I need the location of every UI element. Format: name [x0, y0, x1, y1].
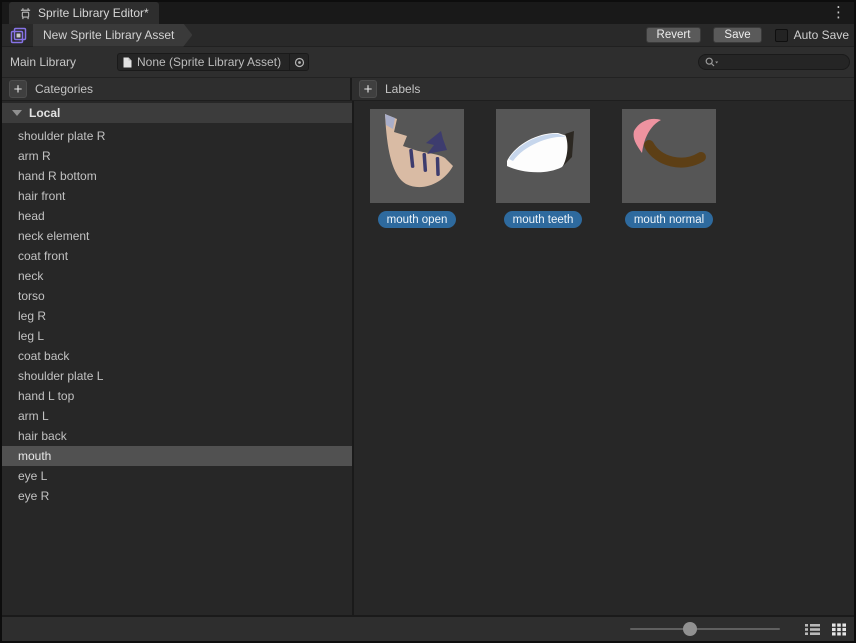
- panel-headers: + Categories + Labels: [2, 78, 854, 101]
- category-item[interactable]: leg R: [2, 306, 352, 326]
- mouth-teeth-sprite: [496, 109, 590, 203]
- bottom-bar: [2, 615, 854, 641]
- toolbar: New Sprite Library Asset Revert Save Aut…: [2, 24, 854, 47]
- main-library-row: Main Library None (Sprite Library Asset): [2, 47, 854, 78]
- labels-panel: mouth open mouth teeth: [354, 101, 854, 615]
- mouth-normal-sprite: [622, 109, 716, 203]
- main-library-label: Main Library: [10, 55, 76, 69]
- foldout-arrow-icon: [12, 110, 22, 116]
- search-input[interactable]: [719, 55, 843, 69]
- add-label-button[interactable]: +: [359, 80, 377, 98]
- revert-button[interactable]: Revert: [646, 27, 702, 43]
- search-icon: [705, 57, 719, 68]
- sprite-thumbnail-mouth-normal[interactable]: [622, 109, 716, 203]
- sprite-thumbnail-mouth-open[interactable]: [370, 109, 464, 203]
- add-category-button[interactable]: +: [9, 80, 27, 98]
- category-item[interactable]: neck element: [2, 226, 352, 246]
- thumbnail-size-slider[interactable]: [630, 622, 780, 636]
- object-field-value: None (Sprite Library Asset): [137, 55, 289, 69]
- labels-title: Labels: [385, 82, 420, 96]
- categories-title: Categories: [35, 82, 93, 96]
- sprite-library-editor-window: Sprite Library Editor* ⋮ New Sprite Libr…: [0, 0, 856, 643]
- window-menu-button[interactable]: ⋮: [831, 4, 846, 22]
- category-item[interactable]: eye L: [2, 466, 352, 486]
- slider-thumb[interactable]: [683, 622, 697, 636]
- mouth-open-sprite: [370, 109, 464, 203]
- label-card: mouth open: [370, 109, 464, 228]
- library-icon: [19, 7, 32, 20]
- object-picker-icon[interactable]: [289, 54, 308, 70]
- label-card: mouth teeth: [496, 109, 590, 228]
- category-item[interactable]: neck: [2, 266, 352, 286]
- auto-save-checkbox[interactable]: [775, 29, 788, 42]
- category-item[interactable]: hand L top: [2, 386, 352, 406]
- grid-view-button[interactable]: [830, 620, 848, 638]
- label-name-badge[interactable]: mouth normal: [625, 211, 713, 228]
- category-list: shoulder plate Rarm Rhand R bottomhair f…: [2, 126, 352, 506]
- asset-file-icon: [123, 57, 132, 68]
- category-item[interactable]: torso: [2, 286, 352, 306]
- auto-save-label: Auto Save: [794, 28, 849, 42]
- category-item[interactable]: hair front: [2, 186, 352, 206]
- slider-track[interactable]: [630, 628, 780, 630]
- main-library-object-field[interactable]: None (Sprite Library Asset): [117, 53, 309, 71]
- breadcrumb-label: New Sprite Library Asset: [43, 28, 174, 42]
- category-item[interactable]: coat back: [2, 346, 352, 366]
- local-group-foldout[interactable]: Local: [2, 103, 352, 123]
- label-card: mouth normal: [622, 109, 716, 228]
- sprite-thumbnail-mouth-teeth[interactable]: [496, 109, 590, 203]
- label-name-badge[interactable]: mouth teeth: [504, 211, 583, 228]
- label-grid: mouth open mouth teeth: [370, 109, 854, 228]
- labels-header: + Labels: [352, 78, 854, 100]
- tab-bar: Sprite Library Editor* ⋮: [2, 2, 854, 24]
- list-view-button[interactable]: [803, 620, 821, 638]
- category-item[interactable]: shoulder plate R: [2, 126, 352, 146]
- categories-panel: Local shoulder plate Rarm Rhand R bottom…: [2, 101, 352, 615]
- label-name-badge[interactable]: mouth open: [378, 211, 457, 228]
- grid-view-icon: [832, 623, 846, 636]
- breadcrumb[interactable]: New Sprite Library Asset: [33, 24, 192, 47]
- local-group-label: Local: [29, 106, 60, 120]
- category-item[interactable]: mouth: [2, 446, 352, 466]
- sprite-library-asset-icon: [10, 27, 27, 44]
- category-item[interactable]: coat front: [2, 246, 352, 266]
- category-item[interactable]: hand R bottom: [2, 166, 352, 186]
- category-item[interactable]: arm R: [2, 146, 352, 166]
- tab-sprite-library-editor[interactable]: Sprite Library Editor*: [9, 2, 159, 24]
- category-item[interactable]: head: [2, 206, 352, 226]
- category-item[interactable]: hair back: [2, 426, 352, 446]
- category-item[interactable]: arm L: [2, 406, 352, 426]
- tab-title: Sprite Library Editor*: [38, 6, 149, 20]
- content-area: Local shoulder plate Rarm Rhand R bottom…: [2, 101, 854, 615]
- list-view-icon: [805, 623, 820, 636]
- categories-header: + Categories: [2, 78, 352, 100]
- category-item[interactable]: leg L: [2, 326, 352, 346]
- search-field[interactable]: [698, 54, 850, 70]
- category-item[interactable]: shoulder plate L: [2, 366, 352, 386]
- category-item[interactable]: eye R: [2, 486, 352, 506]
- save-button[interactable]: Save: [713, 27, 761, 43]
